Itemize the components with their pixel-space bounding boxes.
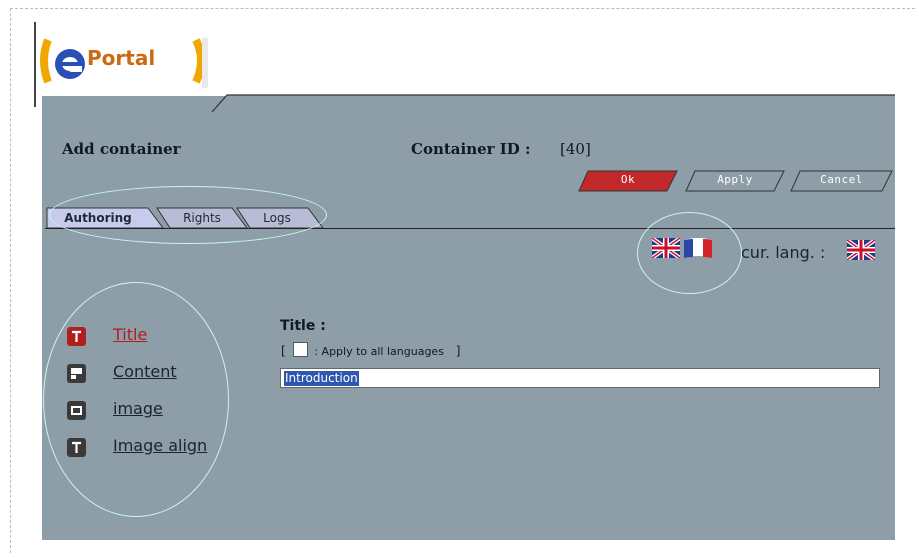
- ok-button-label: Ok: [620, 173, 636, 186]
- title-field-label: Title :: [280, 318, 326, 334]
- apply-all-languages-row: [ : Apply to all languages ]: [281, 342, 460, 358]
- apply-all-bracket-open: [: [281, 344, 286, 358]
- apply-button[interactable]: Apply: [685, 170, 785, 192]
- screenshot-frame-left: [10, 8, 11, 553]
- logo-divider: [34, 22, 36, 107]
- panel-top-edge: [42, 94, 895, 112]
- tabs-annotation-ellipse: [49, 186, 327, 244]
- cancel-button[interactable]: Cancel: [790, 170, 893, 192]
- current-language-label: cur. lang. :: [741, 243, 826, 262]
- title-input-value: Introduction: [284, 371, 359, 386]
- container-id-value: [40]: [560, 140, 591, 158]
- apply-all-languages-label: : Apply to all languages: [314, 345, 444, 358]
- apply-button-label: Apply: [717, 173, 753, 186]
- current-language-flag-icon: [847, 240, 875, 260]
- sidebar-annotation-ellipse: [43, 282, 229, 517]
- title-input[interactable]: Introduction: [280, 368, 880, 388]
- flags-annotation-ellipse: [637, 212, 742, 294]
- container-id-label: Container ID :: [411, 140, 531, 158]
- cancel-button-label: Cancel: [820, 173, 863, 186]
- screenshot-frame-top: [10, 8, 915, 9]
- logo-wordmark: Portal: [87, 46, 156, 70]
- apply-all-languages-checkbox[interactable]: [292, 342, 308, 357]
- page-title: Add container: [62, 140, 181, 158]
- apply-all-bracket-close: ]: [455, 344, 461, 358]
- ok-button[interactable]: Ok: [578, 170, 678, 192]
